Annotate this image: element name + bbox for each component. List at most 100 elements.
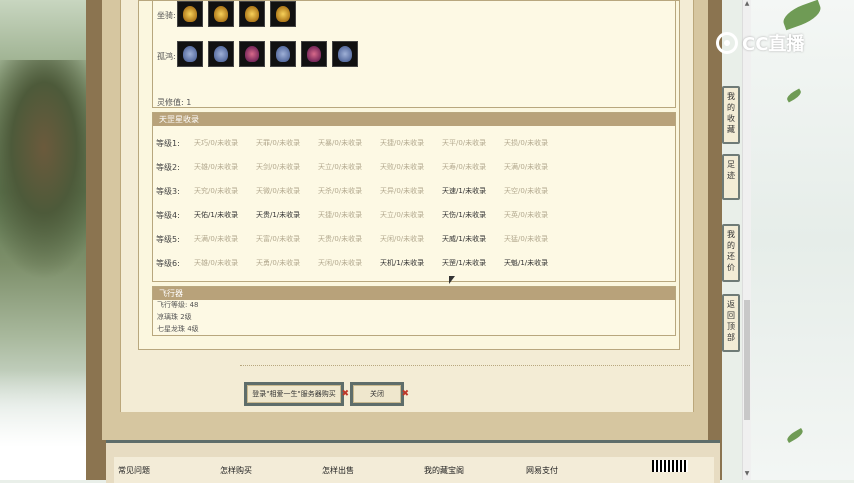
tiangang-level-label: 等级5: xyxy=(156,235,180,244)
leaf-decoration xyxy=(785,88,803,103)
tiangang-level-label: 等级4: xyxy=(156,211,180,220)
tiangang-cell: 天暴/0/未收录 xyxy=(318,139,363,147)
tiangang-cell: 天贵/1/未收录 xyxy=(256,211,301,219)
tiangang-cell: 天巧/0/未收录 xyxy=(194,139,239,147)
sidebar-item-footprint[interactable]: 足迹 xyxy=(722,154,740,200)
tiangang-cell: 天佑/1/未收录 xyxy=(194,211,239,219)
tiangang-cell: 天满/0/未收录 xyxy=(504,163,549,171)
lingxiu-label-text: 灵修值: xyxy=(157,98,184,107)
footer-link-faq[interactable]: 常见问题 xyxy=(118,465,150,476)
lingxiu-value: 1 xyxy=(186,98,192,107)
tiangang-cell: 天败/0/未收录 xyxy=(380,163,425,171)
fly-section: 飞行器 飞行等级: 48 凉璃珠 2级 七星龙珠 4级 xyxy=(152,286,676,336)
close-button[interactable]: 关闭 ✖ xyxy=(350,382,409,406)
tiangang-cell: 天勇/0/未收录 xyxy=(256,259,301,267)
tiangang-cell: 天捷/0/未收录 xyxy=(380,139,425,147)
scroll-thumb[interactable] xyxy=(744,300,750,420)
fly-item: 凉璃珠 2级 xyxy=(157,313,192,321)
leaf-decoration xyxy=(780,0,824,31)
tiangang-cell: 天魁/1/未收录 xyxy=(504,259,549,267)
cc-watermark-text: CC直播 xyxy=(742,34,805,55)
sidebar-item-back-top[interactable]: 返回顶部 xyxy=(722,294,740,352)
leaf-decoration xyxy=(785,427,805,444)
zuoqi-icons xyxy=(177,1,296,27)
vertical-scrollbar[interactable]: ▲ ▼ xyxy=(742,0,751,480)
tiangang-level-label: 等级2: xyxy=(156,163,180,172)
tiangang-cell: 天猛/0/未收录 xyxy=(504,235,549,243)
tiangang-cell: 天杀/0/未收录 xyxy=(318,187,363,195)
tiangang-cell: 天捷/0/未收录 xyxy=(318,211,363,219)
tiangang-cell: 天立/0/未收录 xyxy=(380,211,425,219)
fly-item: 七星龙珠 4级 xyxy=(157,325,199,333)
tiangang-cell: 天寿/0/未收录 xyxy=(442,163,487,171)
tiangang-cell: 天闲/0/未收录 xyxy=(318,259,363,267)
tiangang-cell: 天满/0/未收录 xyxy=(194,235,239,243)
close-x-icon: ✖ xyxy=(401,389,409,399)
tiangang-cell: 天究/0/未收录 xyxy=(194,187,239,195)
scenery-right xyxy=(742,0,854,480)
guanghui-item-icon[interactable] xyxy=(270,41,296,67)
guanghui-item-icon[interactable] xyxy=(332,41,358,67)
tiangang-cell: 天威/1/未收录 xyxy=(442,235,487,243)
tiangang-cell: 天剑/0/未收录 xyxy=(256,163,301,171)
lingxiu-label: 灵修值: 1 xyxy=(157,97,191,108)
zuoqi-item-icon[interactable] xyxy=(208,1,234,27)
tiangang-cell: 天立/0/未收录 xyxy=(318,163,363,171)
sidebar-item-label: 我的收藏 xyxy=(727,92,735,134)
guanghui-icons xyxy=(177,41,358,67)
tiangang-cell: 天空/0/未收录 xyxy=(504,187,549,195)
tiangang-cell: 天雄/0/未收录 xyxy=(194,163,239,171)
footer-link-buy[interactable]: 怎样购买 xyxy=(220,465,252,476)
zuoqi-label: 坐骑: xyxy=(157,11,176,20)
pet-section: 坐骑: 孤鸿: 灵修值: 1 xyxy=(152,0,676,108)
tiangang-cell: 天英/0/未收录 xyxy=(504,211,549,219)
tiangang-cell: 天异/0/未收录 xyxy=(380,187,425,195)
tiangang-cell: 天雄/0/未收录 xyxy=(194,259,239,267)
cc-watermark: CC直播 xyxy=(716,30,804,56)
zuoqi-item-icon[interactable] xyxy=(177,1,203,27)
footer: 常见问题 怎样购买 怎样出售 我的藏宝阁 网易支付 xyxy=(106,440,720,483)
cc-logo-icon xyxy=(716,32,738,54)
tiangang-cell: 天机/1/未收录 xyxy=(380,259,425,267)
tiangang-cell: 天速/1/未收录 xyxy=(442,187,487,195)
tiangang-cell: 天富/0/未收录 xyxy=(256,235,301,243)
sidebar-item-label: 我的还价 xyxy=(727,230,735,272)
login-purchase-label: 登录"相爱一生"服务器购买 xyxy=(252,390,336,398)
zuoqi-item-icon[interactable] xyxy=(239,1,265,27)
tiangang-cell: 天平/0/未收录 xyxy=(442,139,487,147)
tiangang-cell: 天罡/1/未收录 xyxy=(442,259,487,267)
tiangang-cell: 天闲/0/未收录 xyxy=(380,235,425,243)
close-x-icon: ✖ xyxy=(341,389,349,399)
tiangang-level-label: 等级1: xyxy=(156,139,180,148)
guanghui-label: 孤鸿: xyxy=(157,52,176,61)
zuoqi-item-icon[interactable] xyxy=(270,1,296,27)
guanghui-item-icon[interactable] xyxy=(301,41,327,67)
login-purchase-button[interactable]: 登录"相爱一生"服务器购买 ✖ xyxy=(244,382,349,406)
divider xyxy=(240,365,690,366)
close-label: 关闭 xyxy=(370,390,384,398)
guanghui-item-icon[interactable] xyxy=(177,41,203,67)
scroll-up-icon[interactable]: ▲ xyxy=(743,0,751,10)
footer-link-sell[interactable]: 怎样出售 xyxy=(322,465,354,476)
tiangang-level-label: 等级6: xyxy=(156,259,180,268)
tiangang-level-label: 等级3: xyxy=(156,187,180,196)
sidebar-item-label: 返回顶部 xyxy=(727,300,735,342)
footer-link-my-treasure[interactable]: 我的藏宝阁 xyxy=(424,465,464,476)
sidebar-item-favorites[interactable]: 我的收藏 xyxy=(722,86,740,144)
tiangang-cell: 天损/0/未收录 xyxy=(504,139,549,147)
footer-bar xyxy=(114,457,714,483)
guanghui-item-icon[interactable] xyxy=(239,41,265,67)
tiangang-cell: 天罪/0/未收录 xyxy=(256,139,301,147)
footer-link-netease-pay[interactable]: 网易支付 xyxy=(526,465,558,476)
sidebar-item-label: 足迹 xyxy=(727,160,735,180)
tiangang-cell: 天微/0/未收录 xyxy=(256,187,301,195)
fly-level: 飞行等级: 48 xyxy=(157,301,199,309)
qr-code-icon[interactable] xyxy=(652,460,688,472)
fly-header: 飞行器 xyxy=(153,287,675,300)
guanghui-item-icon[interactable] xyxy=(208,41,234,67)
tiangang-cell: 天贵/0/未收录 xyxy=(318,235,363,243)
tiangang-cell: 天伤/1/未收录 xyxy=(442,211,487,219)
scroll-down-icon[interactable]: ▼ xyxy=(743,470,751,480)
sidebar-item-my-offer[interactable]: 我的还价 xyxy=(722,224,740,282)
tiangang-header: 天罡星收录 xyxy=(153,113,675,126)
